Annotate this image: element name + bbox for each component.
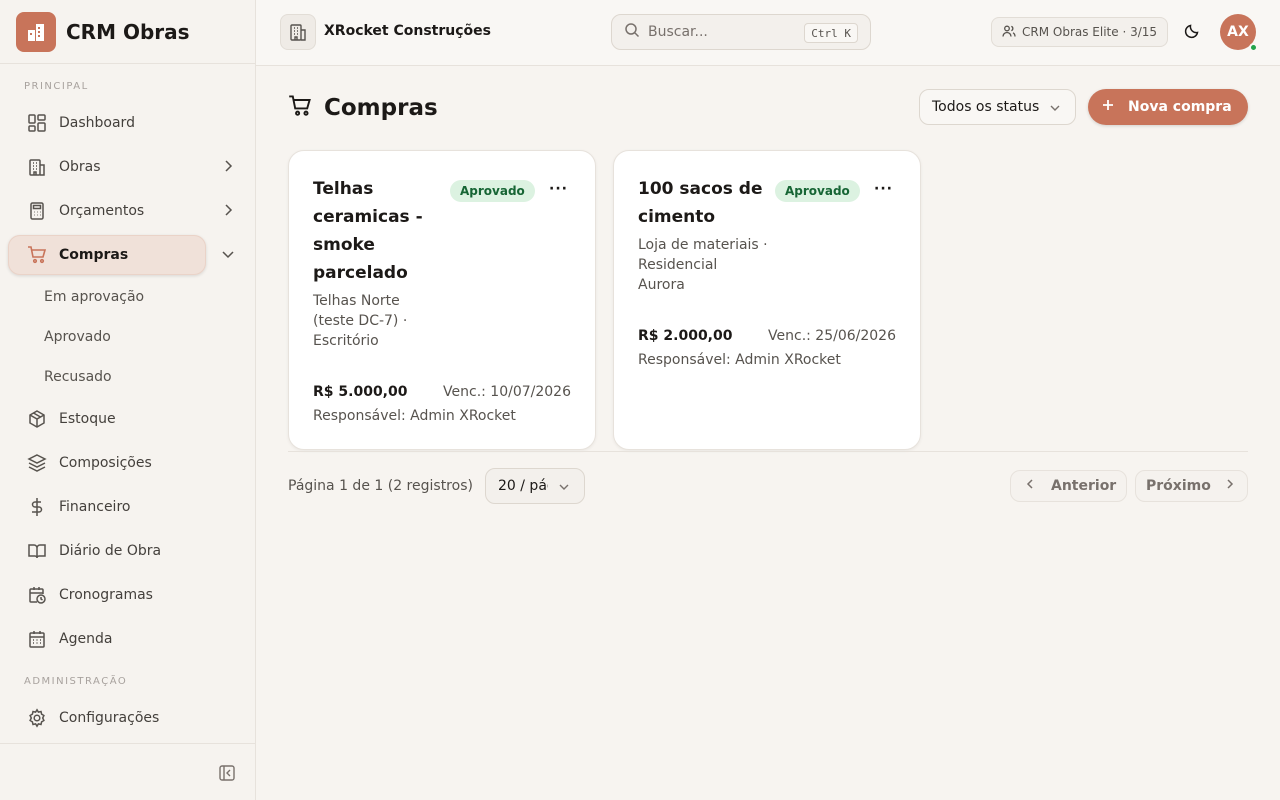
users-icon bbox=[1002, 24, 1016, 41]
new-purchase-button[interactable]: Nova compra bbox=[1088, 89, 1248, 125]
calendar-clock-icon bbox=[26, 584, 48, 606]
purchase-card-title: Telhas ceramicas - smoke parcelado bbox=[313, 179, 423, 283]
search-shortcut: Ctrl K bbox=[804, 23, 858, 43]
sidebar: CRM Obras PRINCIPAL Dashboard Obras Orça… bbox=[0, 0, 256, 800]
page-size-select[interactable]: 20 / página bbox=[485, 468, 585, 504]
book-icon bbox=[26, 540, 48, 562]
brand[interactable]: CRM Obras bbox=[0, 0, 255, 64]
purchase-card-title: 100 sacos de cimento bbox=[638, 179, 763, 227]
pagination-divider bbox=[288, 451, 1248, 452]
search-input[interactable]: Buscar... Ctrl K bbox=[611, 14, 871, 50]
page-title: Compras bbox=[324, 95, 438, 121]
previous-page-button[interactable]: Anterior bbox=[1010, 470, 1127, 502]
status-filter-select[interactable]: Todos os status bbox=[919, 89, 1076, 125]
chevron-right-icon bbox=[1223, 477, 1237, 495]
previous-page-label: Anterior bbox=[1051, 478, 1117, 494]
purchase-card-amount: R$ 5.000,00 bbox=[313, 384, 408, 400]
search-placeholder: Buscar... bbox=[648, 24, 708, 40]
chevron-down-icon bbox=[220, 246, 236, 266]
purchase-card[interactable]: Telhas ceramicas - smoke parcelado Aprov… bbox=[288, 150, 596, 450]
sidebar-item-label: Orçamentos bbox=[59, 203, 145, 219]
company-name[interactable]: XRocket Construções bbox=[324, 23, 491, 39]
sidebar-item-estoque[interactable]: Estoque bbox=[8, 399, 246, 439]
plus-icon bbox=[1102, 99, 1114, 115]
purchase-card-amount: R$ 2.000,00 bbox=[638, 328, 733, 344]
search-icon bbox=[624, 22, 640, 42]
purchase-card-due-date: Venc.: 10/07/2026 bbox=[443, 384, 571, 400]
top-header: XRocket Construções Buscar... Ctrl K CRM… bbox=[256, 0, 1280, 66]
sidebar-item-configuracoes[interactable]: Configurações bbox=[8, 698, 246, 738]
plan-badge[interactable]: CRM Obras Elite · 3/15 bbox=[991, 17, 1169, 47]
cart-icon bbox=[288, 94, 312, 122]
company-building-icon bbox=[280, 14, 316, 50]
purchase-card-subtitle: Telhas Norte (teste DC-7) · Escritório bbox=[313, 293, 408, 349]
chevron-down-icon bbox=[558, 481, 570, 497]
sidebar-subitem-aprovado[interactable]: Aprovado bbox=[44, 329, 111, 345]
chevron-right-icon bbox=[220, 158, 236, 178]
sidebar-item-cronogramas[interactable]: Cronogramas bbox=[8, 575, 246, 615]
layers-icon bbox=[26, 452, 48, 474]
page-size-value: 20 / página bbox=[498, 478, 548, 494]
sidebar-item-dashboard[interactable]: Dashboard bbox=[8, 103, 246, 143]
sidebar-item-label: Configurações bbox=[59, 710, 160, 726]
chevron-left-icon bbox=[1023, 477, 1037, 495]
brand-logo-icon bbox=[16, 11, 56, 52]
sidebar-item-label: Compras bbox=[59, 247, 129, 263]
calculator-icon bbox=[26, 200, 48, 222]
sidebar-item-compras[interactable]: Compras bbox=[8, 235, 234, 275]
sidebar-item-orcamentos[interactable]: Orçamentos bbox=[8, 191, 246, 231]
sidebar-item-agenda[interactable]: Agenda bbox=[8, 619, 246, 659]
purchase-card-subtitle: Loja de materiais · Residencial Aurora bbox=[638, 237, 768, 293]
sidebar-item-label: Cronogramas bbox=[59, 587, 153, 603]
next-page-label: Próximo bbox=[1146, 478, 1211, 494]
collapse-sidebar-icon[interactable] bbox=[218, 764, 236, 786]
section-label-principal: PRINCIPAL bbox=[24, 81, 89, 92]
status-filter-value: Todos os status bbox=[932, 99, 1040, 115]
new-purchase-label: Nova compra bbox=[1128, 99, 1232, 115]
sidebar-item-diario-de-obra[interactable]: Diário de Obra bbox=[8, 531, 246, 571]
status-badge: Aprovado bbox=[450, 180, 535, 202]
building-icon bbox=[26, 156, 48, 178]
chevron-right-icon bbox=[220, 202, 236, 222]
cart-icon bbox=[26, 244, 48, 266]
sidebar-item-label: Estoque bbox=[59, 411, 116, 427]
plan-badge-text: CRM Obras Elite · 3/15 bbox=[1022, 25, 1158, 39]
sidebar-item-obras[interactable]: Obras bbox=[8, 147, 246, 187]
dollar-icon bbox=[26, 496, 48, 518]
moon-icon[interactable] bbox=[1184, 23, 1200, 43]
status-badge: Aprovado bbox=[775, 180, 860, 202]
more-options-icon[interactable]: ··· bbox=[874, 181, 893, 197]
sidebar-item-label: Financeiro bbox=[59, 499, 131, 515]
dashboard-icon bbox=[26, 112, 48, 134]
purchase-card-responsible: Responsável: Admin XRocket bbox=[638, 352, 841, 368]
sidebar-item-label: Obras bbox=[59, 159, 101, 175]
purchase-card[interactable]: 100 sacos de cimento Aprovado ··· Loja d… bbox=[613, 150, 921, 450]
sidebar-subitem-em-aprovacao[interactable]: Em aprovação bbox=[44, 289, 144, 305]
brand-name: CRM Obras bbox=[66, 19, 190, 44]
page-header: Compras bbox=[288, 94, 438, 122]
sidebar-item-label: Diário de Obra bbox=[59, 543, 162, 559]
sidebar-subitem-recusado[interactable]: Recusado bbox=[44, 369, 112, 385]
calendar-icon bbox=[26, 628, 48, 650]
sidebar-item-label: Dashboard bbox=[59, 115, 135, 131]
chevron-down-icon bbox=[1049, 102, 1061, 118]
gear-icon bbox=[26, 707, 48, 729]
sidebar-item-label: Agenda bbox=[59, 631, 113, 647]
sidebar-item-financeiro[interactable]: Financeiro bbox=[8, 487, 246, 527]
sidebar-item-label: Composições bbox=[59, 455, 152, 471]
next-page-button[interactable]: Próximo bbox=[1135, 470, 1248, 502]
purchase-card-due-date: Venc.: 25/06/2026 bbox=[768, 328, 896, 344]
more-options-icon[interactable]: ··· bbox=[549, 181, 568, 197]
online-status-dot bbox=[1249, 43, 1258, 52]
purchase-card-responsible: Responsável: Admin XRocket bbox=[313, 408, 516, 424]
pagination-info: Página 1 de 1 (2 registros) bbox=[288, 478, 473, 494]
sidebar-divider bbox=[0, 743, 256, 744]
sidebar-item-composicoes[interactable]: Composições bbox=[8, 443, 246, 483]
section-label-administracao: ADMINISTRAÇÃO bbox=[24, 676, 128, 687]
box-icon bbox=[26, 408, 48, 430]
